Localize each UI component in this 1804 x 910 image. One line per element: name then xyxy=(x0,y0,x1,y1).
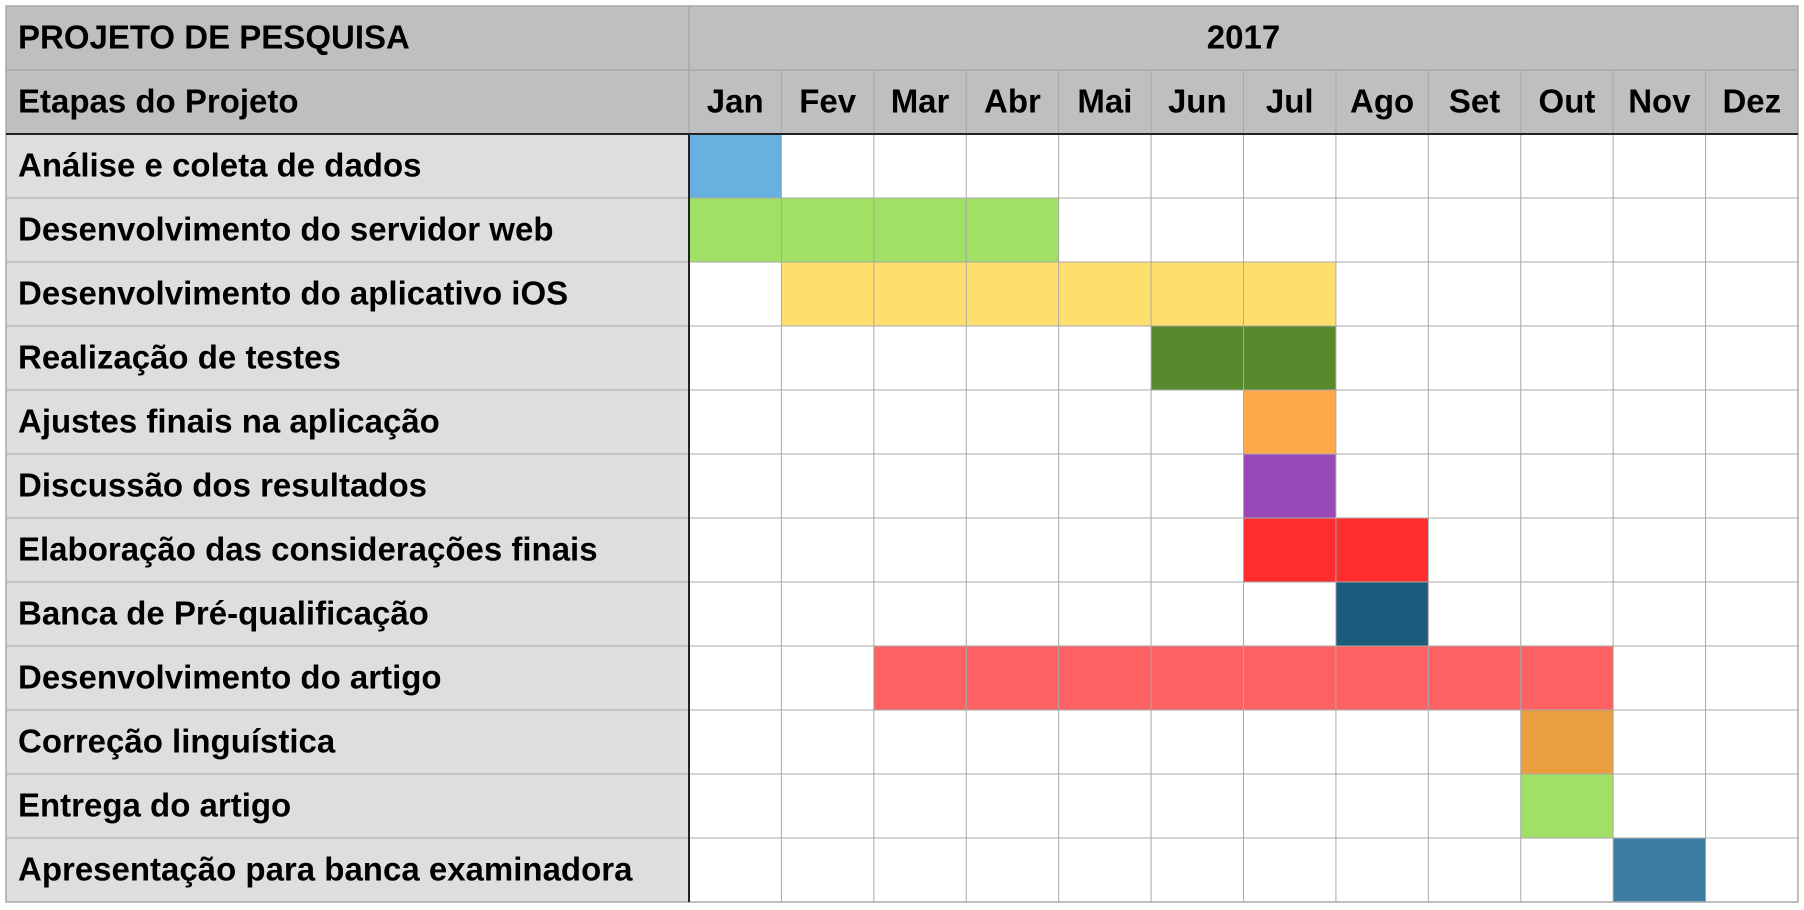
month-label: Set xyxy=(1449,83,1500,120)
task-label: Apresentação para banca examinadora xyxy=(18,851,633,888)
month-label: Abr xyxy=(984,83,1041,120)
gantt-chart: PROJETO DE PESQUISA 2017 Etapas do Proje… xyxy=(5,5,1799,903)
task-label: Discussão dos resultados xyxy=(18,467,427,504)
task-label: Desenvolvimento do artigo xyxy=(18,659,442,696)
task-label: Realização de testes xyxy=(18,339,341,376)
month-label: Ago xyxy=(1350,83,1414,120)
month-label: Fev xyxy=(799,83,857,120)
task-bar xyxy=(1243,454,1336,518)
month-label: Mar xyxy=(891,83,950,120)
task-bar xyxy=(1613,838,1706,902)
task-label: Análise e coleta de dados xyxy=(18,147,421,184)
task-bar xyxy=(1243,390,1336,454)
task-label: Desenvolvimento do aplicativo iOS xyxy=(18,275,568,312)
month-label: Dez xyxy=(1722,83,1781,120)
task-label: Elaboração das considerações finais xyxy=(18,531,598,568)
month-label: Jul xyxy=(1266,83,1314,120)
stages-header: Etapas do Projeto xyxy=(18,83,299,120)
month-label: Jan xyxy=(707,83,764,120)
task-label: Banca de Pré-qualificação xyxy=(18,595,429,632)
month-label: Nov xyxy=(1628,83,1691,120)
month-label: Out xyxy=(1539,83,1596,120)
task-bar xyxy=(1520,710,1614,774)
task-bar xyxy=(1520,774,1614,838)
year-label: 2017 xyxy=(1207,19,1280,56)
task-label: Ajustes finais na aplicação xyxy=(18,403,440,440)
project-title: PROJETO DE PESQUISA xyxy=(18,19,410,56)
task-label: Correção linguística xyxy=(18,723,336,760)
month-label: Jun xyxy=(1168,83,1227,120)
month-label: Mai xyxy=(1077,83,1132,120)
task-bar xyxy=(1335,582,1429,646)
task-bar xyxy=(689,134,782,198)
task-label: Desenvolvimento do servidor web xyxy=(18,211,553,248)
task-label: Entrega do artigo xyxy=(18,787,291,824)
